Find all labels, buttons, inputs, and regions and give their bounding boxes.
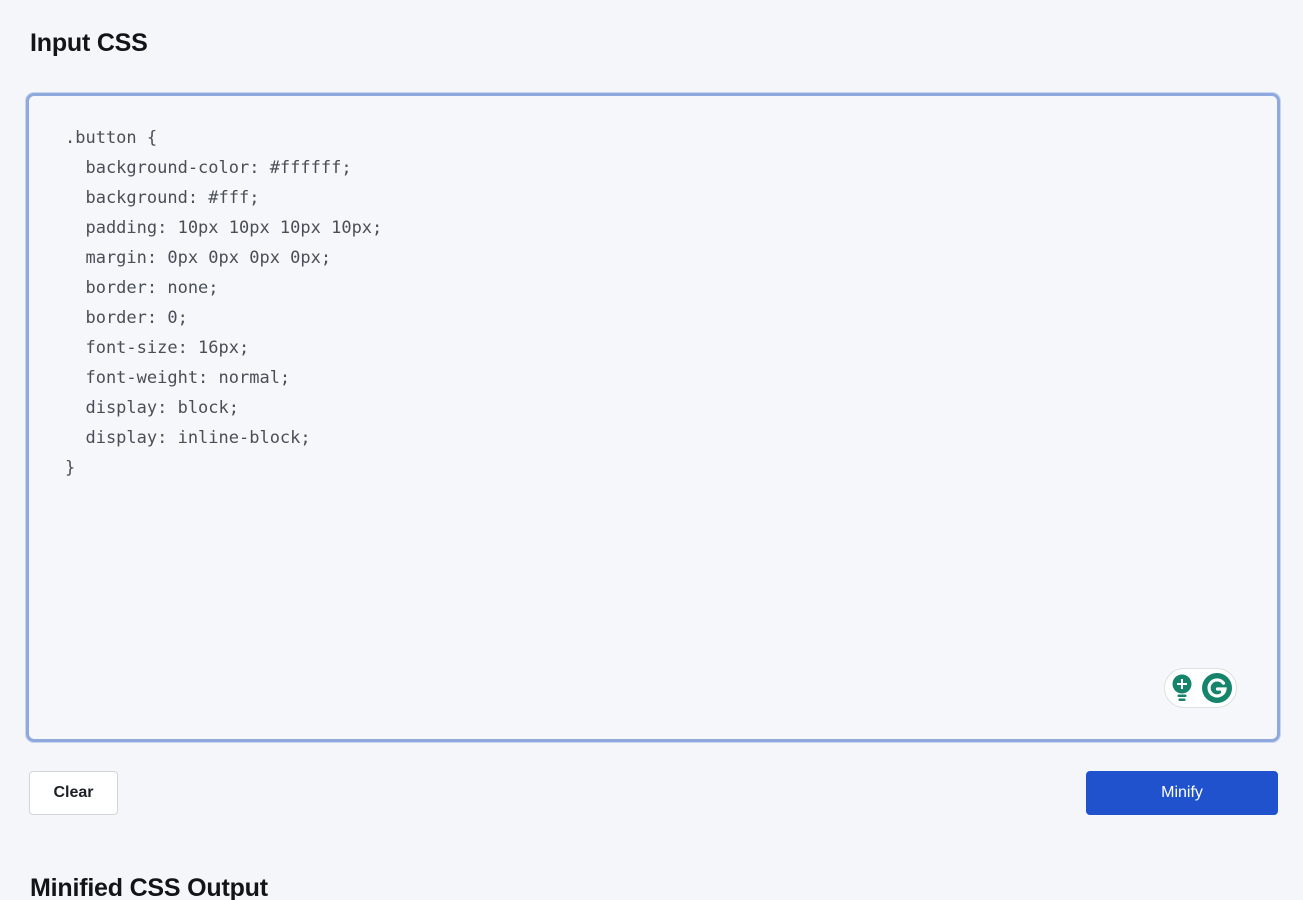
- input-css-editor-container: .button { background-color: #ffffff; bac…: [26, 93, 1280, 742]
- minify-button[interactable]: Minify: [1086, 771, 1278, 815]
- css-minifier-page: Input CSS .button { background-color: #f…: [0, 0, 1303, 900]
- clear-button[interactable]: Clear: [29, 771, 118, 815]
- input-css-textarea[interactable]: .button { background-color: #ffffff; bac…: [29, 96, 1277, 739]
- lightbulb-icon[interactable]: [1168, 673, 1196, 703]
- grammarly-logo-icon[interactable]: [1201, 672, 1233, 704]
- input-css-heading: Input CSS: [30, 29, 148, 57]
- grammarly-widget[interactable]: [1164, 668, 1237, 708]
- minified-css-output-heading: Minified CSS Output: [30, 874, 268, 900]
